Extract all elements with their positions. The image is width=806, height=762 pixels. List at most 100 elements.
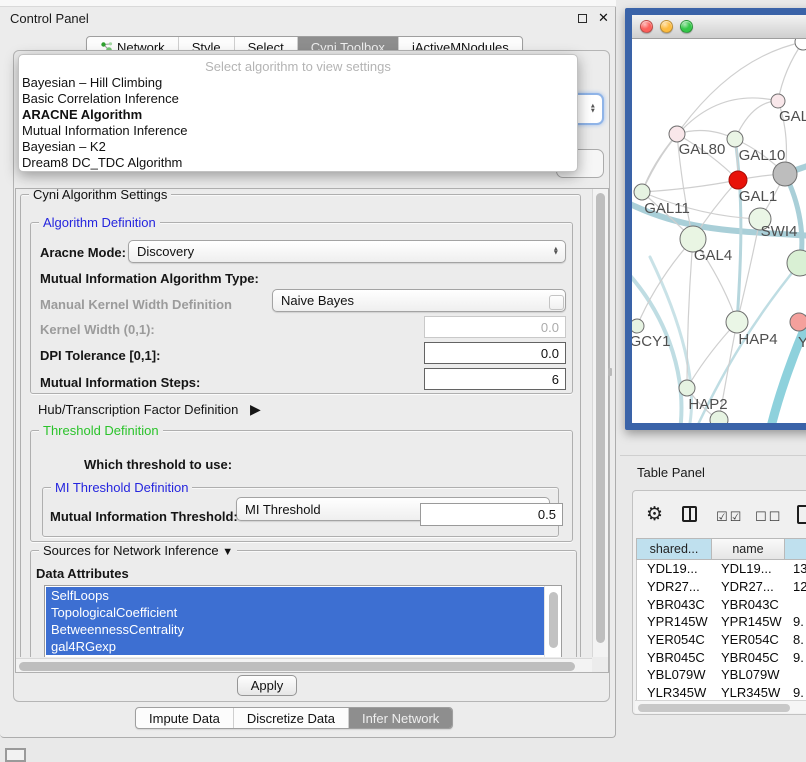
column-header[interactable]: shared... (637, 539, 712, 559)
mi-algorithm-type-combobox[interactable]: Naive Bayes ▲▼ (272, 289, 566, 312)
float-panel-icon[interactable] (578, 14, 587, 23)
dropdown-item[interactable]: Bayesian – Hill Climbing (19, 75, 577, 91)
bottom-tab-infer-network[interactable]: Infer Network (348, 708, 452, 728)
network-node[interactable] (773, 162, 797, 186)
network-edge[interactable] (677, 130, 735, 139)
table-scrollbar-thumb[interactable] (638, 704, 790, 712)
export-table-icon[interactable] (797, 505, 806, 524)
network-node-gal11[interactable] (634, 184, 650, 200)
network-node-hap4[interactable] (726, 311, 748, 333)
dropdown-item[interactable]: Mutual Information Inference (19, 123, 577, 139)
table-body: YDL19...YDL19...13YDR27...YDR27...12YBR0… (636, 560, 806, 700)
network-edge[interactable] (642, 134, 677, 192)
deselect-all-columns-icon[interactable]: ☐☐ (755, 509, 782, 525)
close-window-icon[interactable] (640, 20, 653, 33)
table-cell: YDR27... (637, 579, 711, 594)
aracne-mode-combobox[interactable]: Discovery ▲▼ (128, 240, 566, 263)
top-strip (0, 0, 616, 7)
dropdown-item[interactable]: Bayesian – K2 (19, 139, 577, 155)
vertical-scrollbar-thumb[interactable] (596, 193, 605, 643)
horizontal-scrollbar-thumb[interactable] (19, 662, 575, 671)
network-edge[interactable] (735, 101, 778, 139)
dropdown-placeholder: Select algorithm to view settings (19, 58, 577, 75)
table-row[interactable]: YLR345WYLR345W9. (637, 684, 806, 700)
list-scrollbar-thumb[interactable] (549, 592, 558, 648)
list-item[interactable]: TopologicalCoefficient (46, 604, 545, 621)
manual-kernel-width-checkbox[interactable] (549, 295, 564, 310)
network-node-label: GAL80 (679, 141, 726, 158)
aracne-mode-value: Discovery (137, 244, 194, 259)
table-cell: YDR27... (711, 579, 783, 594)
network-edge[interactable] (637, 239, 693, 326)
network-node-label: GCY1 (632, 333, 670, 350)
table-settings-gear-icon[interactable]: ⚙ (646, 505, 663, 524)
dropdown-item[interactable]: Basic Correlation Inference (19, 91, 577, 107)
column-header[interactable]: name (712, 539, 785, 559)
table-row[interactable]: YDR27...YDR27...12 (637, 578, 806, 596)
network-edge[interactable] (687, 322, 737, 388)
network-canvas[interactable]: GALGAL80GAL10GAL1GAL11SWI4GAL4GCY1HAP4YH… (632, 39, 806, 423)
mi-threshold-field[interactable]: 0.5 (420, 503, 563, 526)
kernel-width-field[interactable]: 0.0 (424, 316, 566, 338)
network-node-label: GAL11 (644, 200, 690, 217)
table-cell: YBR045C (711, 650, 783, 665)
dpi-tolerance-label: DPI Tolerance [0,1]: (40, 348, 160, 363)
network-window-titlebar[interactable] (632, 15, 806, 39)
settings-horizontal-scrollbar[interactable] (16, 658, 592, 672)
table-row[interactable]: YBR045CYBR045C9. (637, 648, 806, 666)
table-row[interactable]: YBR043CYBR043C (637, 595, 806, 613)
minimized-panel-grip[interactable] (5, 748, 26, 762)
table-row[interactable]: YER054CYER054C8. (637, 631, 806, 649)
table-cell: YER054C (637, 632, 711, 647)
threshold-definition-title: Threshold Definition (39, 423, 163, 438)
bottom-tab-discretize-data[interactable]: Discretize Data (233, 708, 348, 728)
network-node-gal80[interactable] (669, 126, 685, 142)
column-header[interactable] (785, 539, 806, 559)
settings-vertical-scrollbar[interactable] (592, 189, 608, 657)
table-cell: YER054C (711, 632, 783, 647)
network-edge[interactable] (642, 180, 738, 192)
network-node-gal1[interactable] (729, 171, 747, 189)
close-panel-icon[interactable]: ✕ (598, 10, 609, 26)
list-item[interactable]: BetweennessCentrality (46, 621, 545, 638)
table-cell: YLR345W (637, 685, 711, 700)
control-panel-title: Control Panel (10, 11, 89, 26)
network-node-gcy1[interactable] (632, 319, 644, 333)
network-node-gal10[interactable] (727, 131, 743, 147)
list-item[interactable]: gal4RGexp (46, 638, 545, 655)
splitter-handle[interactable] (608, 368, 612, 376)
minimize-window-icon[interactable] (660, 20, 673, 33)
table-cell: 9. (783, 614, 806, 629)
bottom-tab-label: Infer Network (362, 711, 439, 726)
dropdown-item[interactable]: ARACNE Algorithm (19, 107, 577, 123)
network-node[interactable] (795, 39, 806, 50)
table-row[interactable]: YPR145WYPR145W9. (637, 613, 806, 631)
apply-button[interactable]: Apply (237, 675, 297, 696)
network-edge[interactable] (778, 42, 803, 101)
table-row[interactable]: YBL079WYBL079W (637, 666, 806, 684)
mi-steps-field[interactable]: 6 (424, 368, 566, 390)
zoom-window-icon[interactable] (680, 20, 693, 33)
algorithm-dropdown-popup: Select algorithm to view settings Bayesi… (18, 54, 578, 172)
sources-title[interactable]: Sources for Network Inference ▼ (39, 543, 237, 558)
hub-definition-expander[interactable]: Hub/Transcription Factor Definition ▶ (38, 401, 261, 418)
network-node-y[interactable] (790, 313, 806, 331)
network-node-label: GAL4 (694, 247, 732, 264)
network-node-label: SWI4 (761, 223, 798, 240)
table-horizontal-scrollbar[interactable] (635, 700, 806, 713)
bottom-tab-impute-data[interactable]: Impute Data (136, 708, 233, 728)
list-vertical-scrollbar[interactable] (544, 586, 561, 657)
show-columns-icon[interactable] (682, 506, 697, 522)
network-node[interactable] (787, 250, 806, 276)
application-root: Control Panel ✕ NetworkStyleSelectCyni T… (0, 0, 806, 762)
data-attributes-list[interactable]: SelfLoopsTopologicalCoefficientBetweenne… (44, 585, 562, 657)
list-item[interactable]: SelfLoops (46, 587, 545, 604)
dropdown-item[interactable]: Dream8 DC_TDC Algorithm (19, 155, 577, 171)
table-cell: 9. (783, 685, 806, 700)
table-row[interactable]: YDL19...YDL19...13 (637, 560, 806, 578)
select-all-columns-icon[interactable]: ☑☑ (716, 509, 743, 525)
table-cell: 8. (783, 632, 806, 647)
dpi-tolerance-field[interactable]: 0.0 (424, 342, 566, 364)
network-node-gal[interactable] (771, 94, 785, 108)
network-node-hap2[interactable] (679, 380, 695, 396)
